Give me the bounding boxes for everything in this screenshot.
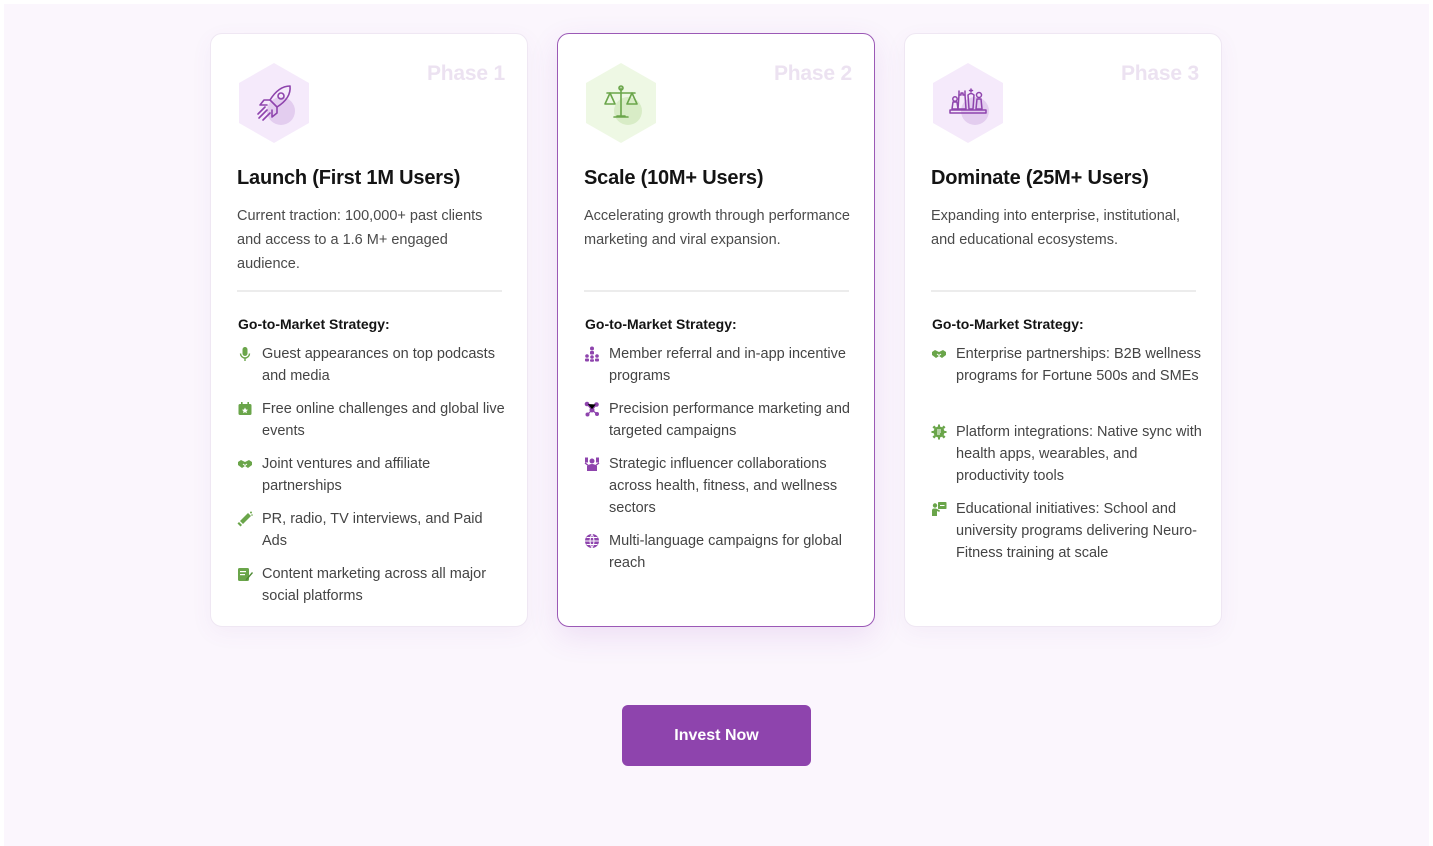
strategy-list: Member referral and in-app incentive pro… [584,343,856,585]
list-item: Precision performance marketing and targ… [584,398,856,442]
strategy-list: Enterprise partnerships: B2B wellness pr… [931,343,1203,575]
phase-card-scale: Phase 2 Scale (10M+ Users) Accelerating … [557,33,875,627]
card-title: Launch (First 1M Users) [237,167,461,189]
referral-network-icon [584,346,600,362]
list-item: Content marketing across all major socia… [237,563,509,607]
divider [237,290,502,292]
balance-scale-icon [584,62,658,144]
gtm-heading: Go-to-Market Strategy: [238,316,390,332]
phase-label: Phase 2 [774,62,852,85]
list-item: Educational initiatives: School and univ… [931,498,1203,564]
gtm-heading: Go-to-Market Strategy: [932,316,1084,332]
list-item: Platform integrations: Native sync with … [931,421,1203,487]
integration-gear-icon [931,424,947,440]
influencer-icon [584,456,600,472]
microphone-icon [237,346,253,362]
strategy-list: Guest appearances on top podcasts and me… [237,343,509,618]
card-title: Scale (10M+ Users) [584,167,764,189]
invest-now-button[interactable]: Invest Now [622,705,811,766]
chess-pieces-icon [931,62,1005,144]
list-item: PR, radio, TV interviews, and Paid Ads [237,508,509,552]
handshake-icon [237,456,253,472]
edit-note-icon [237,566,253,582]
teacher-board-icon [931,501,947,517]
target-network-icon [584,401,600,417]
rocket-icon [237,62,311,144]
card-description: Expanding into enterprise, institutional… [931,208,1181,248]
phases-cards: Phase 1 Launch (First 1M Users) Current … [210,33,1224,629]
card-description: Current traction: 100,000+ past clients … [237,208,483,272]
handshake-icon [931,346,947,362]
list-item: Member referral and in-app incentive pro… [584,343,856,387]
list-item: Strategic influencer collaborations acro… [584,453,856,519]
list-item: Enterprise partnerships: B2B wellness pr… [931,343,1203,387]
gtm-heading: Go-to-Market Strategy: [585,316,737,332]
phase-card-dominate: Phase 3 Dominate (25M+ Users) Expanding … [904,33,1222,627]
phase-label: Phase 3 [1121,62,1199,85]
globe-icon [584,533,600,549]
list-item: Free online challenges and global live e… [237,398,509,442]
phase-card-launch: Phase 1 Launch (First 1M Users) Current … [210,33,528,627]
page-background: Phase 1 Launch (First 1M Users) Current … [4,4,1429,846]
calendar-icon [237,401,253,417]
phase-label: Phase 1 [427,62,505,85]
list-item: Guest appearances on top podcasts and me… [237,343,509,387]
divider [584,290,849,292]
card-description: Accelerating growth through performance … [584,208,850,248]
list-item: Multi-language campaigns for global reac… [584,530,856,574]
divider [931,290,1196,292]
card-title: Dominate (25M+ Users) [931,167,1149,189]
megaphone-icon [237,511,253,527]
list-item: Joint ventures and affiliate partnership… [237,453,509,497]
